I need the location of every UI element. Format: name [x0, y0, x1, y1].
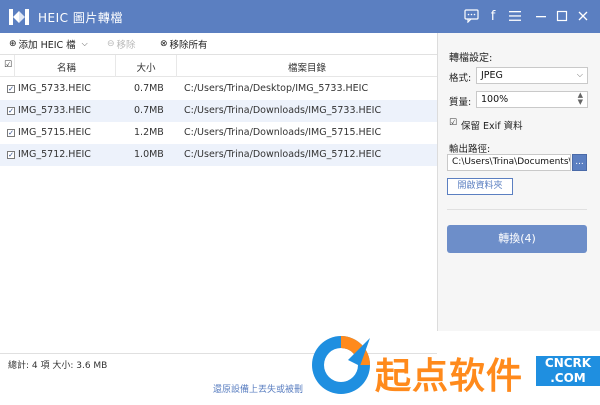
browse-button[interactable]: ... [572, 154, 587, 171]
divider [447, 209, 587, 210]
output-path-field[interactable]: C:\Users\Trina\Documents\ [447, 154, 571, 171]
table-row[interactable]: ✓ IMG_5733.HEIC 0.7MB C:/Users/Trina/Des… [0, 78, 437, 100]
file-path: C:/Users/Trina/Downloads/IMG_5715.HEIC [184, 127, 382, 138]
chevron-down-icon: ⌵ [576, 70, 583, 79]
row-checkbox[interactable]: ✓ [7, 107, 15, 115]
file-name: IMG_5712.HEIC [18, 149, 91, 160]
remove-all-button[interactable]: ⊗ 移除所有 [160, 37, 208, 51]
file-path: C:/Users/Trina/Desktop/IMG_5733.HEIC [184, 83, 369, 94]
select-all-checkbox[interactable]: ☑ [4, 60, 12, 70]
close-icon[interactable] [574, 7, 592, 25]
header-size[interactable]: 大小 [116, 60, 176, 74]
settings-panel: 轉檔設定: 格式: JPEG ⌵ 質量: 100% ▲ ▼ ☑ 保留 Exif 資… [438, 33, 600, 331]
app-logo-icon [9, 9, 29, 25]
file-size: 1.0MB [134, 149, 164, 160]
recover-files-link[interactable]: 還原設備上丟失或被刪 [213, 382, 303, 395]
file-size: 0.7MB [134, 83, 164, 94]
file-size: 1.2MB [134, 127, 164, 138]
open-folder-button[interactable]: 開啟資料夾 [447, 178, 513, 195]
file-name: IMG_5733.HEIC [18, 83, 91, 94]
remove-button[interactable]: ⊖ 移除 [107, 37, 136, 51]
file-path: C:/Users/Trina/Downloads/IMG_5712.HEIC [184, 149, 382, 160]
facebook-icon[interactable]: f [484, 7, 502, 25]
file-path: C:/Users/Trina/Downloads/IMG_5733.HEIC [184, 105, 382, 116]
column-divider [14, 55, 15, 77]
watermark-domain: CNCRK .COM [536, 356, 600, 386]
keep-exif-checkbox[interactable]: ☑ [449, 118, 457, 128]
table-row[interactable]: ✓ IMG_5712.HEIC 1.0MB C:/Users/Trina/Dow… [0, 144, 437, 166]
column-divider [115, 55, 116, 77]
toolbar: ⊕ 添加 HEIC 檔 ⌵ ⊖ 移除 ⊗ 移除所有 [0, 33, 437, 55]
settings-heading: 轉檔設定: [449, 53, 493, 64]
output-path-label: 輸出路徑: [449, 144, 491, 155]
row-checkbox[interactable]: ✓ [7, 85, 15, 93]
chat-icon[interactable] [462, 7, 480, 25]
row-checkbox[interactable]: ✓ [7, 151, 15, 159]
stepper-arrows-icon[interactable]: ▲ ▼ [578, 92, 583, 106]
menu-icon[interactable] [506, 7, 524, 25]
header-name[interactable]: 名稱 [18, 60, 115, 74]
file-name: IMG_5715.HEIC [18, 127, 91, 138]
title-bar: HEIC 圖片轉檔 f [0, 0, 600, 33]
add-heic-button[interactable]: ⊕ 添加 HEIC 檔 ⌵ [9, 37, 88, 51]
quality-label: 質量: [449, 97, 472, 108]
format-select[interactable]: JPEG ⌵ [476, 67, 588, 84]
quality-stepper[interactable]: 100% ▲ ▼ [476, 91, 588, 108]
header-path[interactable]: 檔案目錄 [177, 60, 437, 74]
column-divider [176, 55, 177, 77]
table-row[interactable]: ✓ IMG_5715.HEIC 1.2MB C:/Users/Trina/Dow… [0, 122, 437, 144]
watermark-text: 起点软件 [375, 356, 524, 397]
file-size: 0.7MB [134, 105, 164, 116]
table-header: ☑ 名稱 大小 檔案目錄 [0, 55, 437, 77]
remove-all-icon: ⊗ [160, 39, 168, 49]
row-checkbox[interactable]: ✓ [7, 129, 15, 137]
maximize-icon[interactable] [553, 7, 571, 25]
app-title: HEIC 圖片轉檔 [38, 11, 123, 25]
convert-button[interactable]: 轉換(4) [447, 225, 587, 253]
file-name: IMG_5733.HEIC [18, 105, 91, 116]
status-summary: 總計: 4 項 大小: 3.6 MB [8, 361, 108, 371]
chevron-down-icon[interactable]: ⌵ [82, 39, 88, 49]
minus-circle-icon: ⊖ [107, 39, 115, 49]
keep-exif-label: 保留 Exif 資料 [461, 121, 523, 132]
format-label: 格式: [449, 73, 472, 84]
plus-circle-icon: ⊕ [9, 39, 17, 49]
watermark-logo-icon [312, 336, 370, 394]
minimize-icon[interactable] [532, 7, 550, 25]
table-row[interactable]: ✓ IMG_5733.HEIC 0.7MB C:/Users/Trina/Dow… [0, 100, 437, 122]
